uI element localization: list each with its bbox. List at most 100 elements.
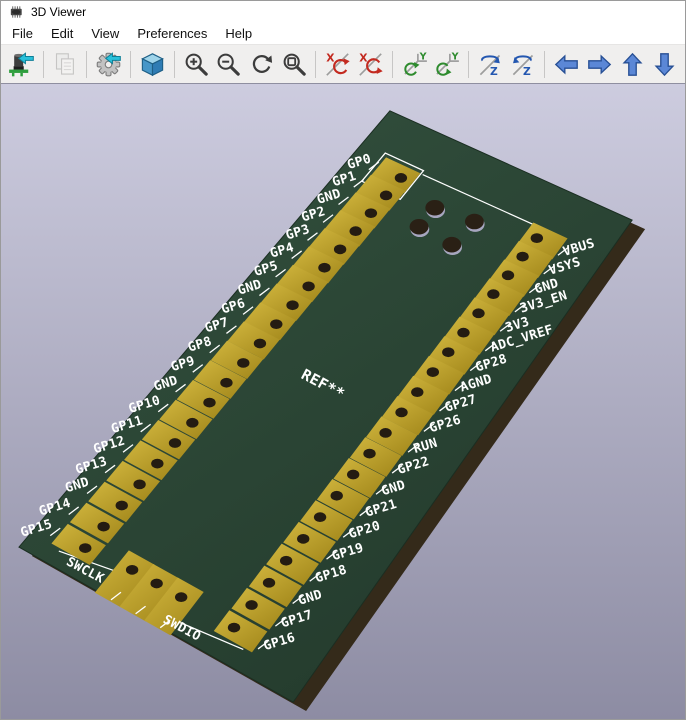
- pad-hole: [203, 398, 215, 408]
- zoom-fit-button[interactable]: [279, 48, 310, 80]
- rotate-z-pos-button[interactable]: Z: [508, 48, 539, 80]
- reload-board-icon: [8, 51, 35, 78]
- pad-hole: [79, 543, 91, 553]
- rotate-y-neg-button[interactable]: Y: [399, 48, 430, 80]
- zoom-fit-icon: [281, 51, 308, 78]
- set-3d-view-button[interactable]: [137, 48, 168, 80]
- toolbar-separator: [544, 51, 545, 78]
- toolbar-separator: [130, 51, 131, 78]
- svg-text:Z: Z: [523, 65, 531, 78]
- view-3d-cube-icon: [139, 51, 166, 78]
- pad-hole: [254, 339, 266, 349]
- pad-hole: [175, 592, 187, 602]
- rotate-z-neg-icon: Z: [477, 51, 504, 78]
- move-up-icon: [619, 51, 646, 78]
- render-options-button[interactable]: [93, 48, 124, 80]
- menu-item-file[interactable]: File: [3, 24, 42, 43]
- move-up-button[interactable]: [617, 48, 648, 80]
- pad-hole: [186, 418, 198, 428]
- rotate-z-pos-icon: Z: [510, 51, 537, 78]
- pad-hole: [395, 173, 407, 183]
- rotate-x-neg-icon: X: [324, 51, 351, 78]
- pad-hole: [286, 300, 298, 310]
- pad-hole: [472, 308, 484, 318]
- pad-hole: [237, 358, 249, 368]
- pad-hole: [280, 556, 292, 566]
- move-down-icon: [651, 51, 678, 78]
- mounting-hole: [425, 200, 444, 216]
- pad-hole: [133, 480, 145, 490]
- pad-hole: [220, 378, 232, 388]
- app-chip-icon: [8, 5, 25, 19]
- pad-hole: [380, 191, 392, 201]
- pad-hole: [427, 367, 439, 377]
- 3d-viewer-window: 3D Viewer FileEditViewPreferencesHelp X …: [0, 0, 686, 720]
- pad-hole: [334, 244, 346, 254]
- mounting-hole: [465, 214, 484, 230]
- move-down-button[interactable]: [649, 48, 680, 80]
- svg-text:X: X: [326, 51, 335, 64]
- pad-hole: [302, 281, 314, 291]
- pad-hole: [116, 501, 128, 511]
- pad-hole: [297, 534, 309, 544]
- pad-hole: [126, 565, 138, 575]
- move-left-icon: [553, 51, 580, 78]
- menu-item-edit[interactable]: Edit: [42, 24, 82, 43]
- rotate-x-pos-button[interactable]: X: [355, 48, 386, 80]
- menu-item-help[interactable]: Help: [216, 24, 261, 43]
- pad-hole: [169, 438, 181, 448]
- pad-hole: [442, 347, 454, 357]
- rotate-y-neg-icon: Y: [401, 51, 428, 78]
- pad-hole: [531, 233, 543, 243]
- zoom-out-icon: [215, 51, 242, 78]
- toolbar-separator: [392, 51, 393, 78]
- pad-hole: [150, 579, 162, 589]
- zoom-redraw-icon: [248, 51, 275, 78]
- pad-hole: [314, 512, 326, 522]
- toolbar-separator: [86, 51, 87, 78]
- move-right-button[interactable]: [584, 48, 615, 80]
- pad-hole: [502, 270, 514, 280]
- menu-item-preferences[interactable]: Preferences: [128, 24, 216, 43]
- toolbar-separator: [315, 51, 316, 78]
- rotate-y-pos-button[interactable]: Y: [431, 48, 462, 80]
- pad-hole: [487, 289, 499, 299]
- zoom-in-button[interactable]: [181, 48, 212, 80]
- pad-hole: [331, 491, 343, 501]
- mounting-hole: [410, 219, 429, 235]
- svg-text:Y: Y: [418, 51, 426, 62]
- pad-hole: [395, 408, 407, 418]
- rotate-x-pos-icon: X: [357, 51, 384, 78]
- mounting-hole: [442, 237, 461, 253]
- menu-bar: FileEditViewPreferencesHelp: [1, 23, 685, 44]
- copy-image-button: [50, 48, 81, 80]
- svg-text:Z: Z: [490, 65, 498, 78]
- rotate-x-neg-button[interactable]: X: [322, 48, 353, 80]
- toolbar-separator: [43, 51, 44, 78]
- title-bar: 3D Viewer: [1, 1, 685, 23]
- pad-hole: [347, 470, 359, 480]
- pad-hole: [97, 522, 109, 532]
- rotate-y-pos-icon: Y: [433, 51, 460, 78]
- reload-board-button[interactable]: [6, 48, 37, 80]
- toolbar: X X Y Y Z Z: [1, 44, 685, 84]
- pad-hole: [270, 319, 282, 329]
- move-left-button[interactable]: [551, 48, 582, 80]
- toolbar-separator: [174, 51, 175, 78]
- pad-hole: [411, 387, 423, 397]
- viewport-3d[interactable]: GP0GP1GNDGP2GP3GP4GP5GNDGP6GP7GP8GP9GNDG…: [1, 84, 685, 719]
- rotate-z-neg-button[interactable]: Z: [475, 48, 506, 80]
- menu-item-view[interactable]: View: [82, 24, 128, 43]
- pad-hole: [516, 252, 528, 262]
- toolbar-separator: [468, 51, 469, 78]
- pad-hole: [379, 428, 391, 438]
- zoom-out-button[interactable]: [213, 48, 244, 80]
- pad-hole: [457, 328, 469, 338]
- pad-hole: [318, 263, 330, 273]
- pad-hole: [365, 208, 377, 218]
- pcb-3d-canvas[interactable]: GP0GP1GNDGP2GP3GP4GP5GNDGP6GP7GP8GP9GNDG…: [1, 84, 685, 719]
- pad-hole: [263, 578, 275, 588]
- pad-hole: [228, 623, 240, 633]
- pad-hole: [245, 600, 257, 610]
- zoom-redraw-button[interactable]: [246, 48, 277, 80]
